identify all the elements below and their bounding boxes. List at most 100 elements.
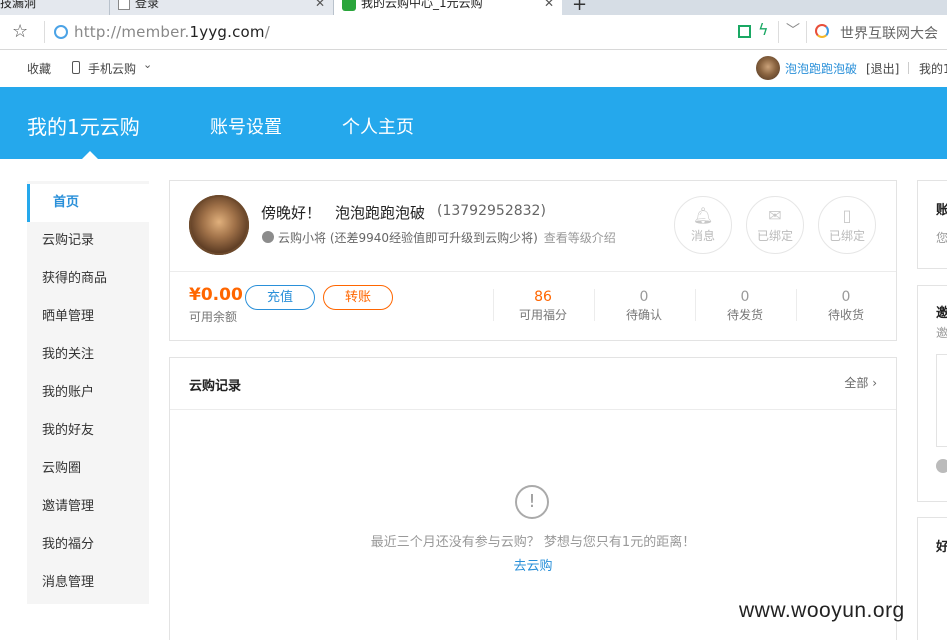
email-bound-label: 已绑定 xyxy=(756,229,793,243)
panel-title: 邀 xyxy=(936,306,947,321)
divider xyxy=(44,21,45,43)
level-hint: (还差9940经验值即可升级到云购少将) xyxy=(329,231,538,245)
sidebar-item-friends[interactable]: 我的好友 xyxy=(27,412,149,450)
invite-box[interactable] xyxy=(936,354,947,447)
close-tab-icon[interactable]: ✕ xyxy=(315,0,325,12)
balance-label: 可用余额 xyxy=(189,310,238,324)
nav-my-yungou[interactable]: 我的1元云购 xyxy=(27,111,140,140)
tab-title: 我的云购中心_1元云购 xyxy=(361,0,483,10)
view-all-link[interactable]: 全部 › xyxy=(844,374,877,391)
right-panel-friends: 好 xyxy=(917,517,947,640)
close-tab-icon[interactable]: ✕ xyxy=(544,0,554,12)
stat-label: 可用福分 xyxy=(518,308,567,322)
message-label: 消息 xyxy=(690,229,715,243)
favorites-link[interactable]: 收藏 xyxy=(27,60,51,77)
transfer-button[interactable]: 转账 xyxy=(323,285,393,310)
level-info: 云购小将 (还差9940经验值即可升级到云购少将) 查看等级介绍 xyxy=(278,229,616,246)
sidebar-item-messages[interactable]: 消息管理 xyxy=(27,564,149,602)
stat-points[interactable]: 86 可用福分 xyxy=(493,289,593,323)
browser-tab-strip: 技漏洞 登录 ✕ 我的云购中心_1元云购 ✕ + xyxy=(0,0,947,15)
message-button[interactable]: 🔔︎ 消息 xyxy=(674,196,732,254)
qr-code-icon[interactable] xyxy=(738,25,751,38)
divider xyxy=(778,21,779,43)
nickname: 泡泡跑跑泡破 xyxy=(335,204,426,222)
stat-value: 0 xyxy=(639,289,649,305)
chevron-right-icon: › xyxy=(872,376,877,390)
sidebar-item-won-goods[interactable]: 获得的商品 xyxy=(27,260,149,298)
sidebar-item-follow[interactable]: 我的关注 xyxy=(27,336,149,374)
tab-title: 技漏洞 xyxy=(0,0,37,10)
level-name: 云购小将 xyxy=(278,231,327,245)
chevron-down-icon[interactable]: ﹀ xyxy=(786,20,800,40)
mobile-link[interactable]: 手机云购 xyxy=(88,60,136,77)
stat-value: 86 xyxy=(534,289,552,305)
browser-tab[interactable]: 登录 ✕ xyxy=(110,0,334,15)
sidebar-item-circle[interactable]: 云购圈 xyxy=(27,450,149,488)
panel-subtitle: 邀 xyxy=(936,326,947,340)
empty-message: 最近三个月还没有参与云购？ 梦想与您只有1元的距离！ xyxy=(370,535,696,550)
mobile-bound-button[interactable]: ▯ 已绑定 xyxy=(818,196,876,254)
records-panel: 云购记录 全部 › ! 最近三个月还没有参与云购？ 梦想与您只有1元的距离！ 去… xyxy=(169,357,897,640)
stat-pending-receive[interactable]: 0 待收货 xyxy=(796,289,896,323)
mobile-bound-label: 已绑定 xyxy=(828,229,865,243)
chevron-down-icon[interactable]: ⌄ xyxy=(143,58,152,71)
sidebar-item-home[interactable]: 首页 xyxy=(27,184,149,222)
go-yungou-link[interactable]: 去云购 xyxy=(170,555,896,574)
avatar[interactable] xyxy=(756,56,780,80)
sidebar-item-points[interactable]: 我的福分 xyxy=(27,526,149,564)
balance-value: ¥0.00 xyxy=(189,285,243,305)
phone-icon xyxy=(72,61,80,74)
browser-tab[interactable]: 技漏洞 xyxy=(0,0,110,15)
avatar[interactable] xyxy=(189,195,249,255)
stat-pending-confirm[interactable]: 0 待确认 xyxy=(594,289,694,323)
view-all-label: 全部 xyxy=(844,376,869,390)
sidebar-item-account[interactable]: 我的账户 xyxy=(27,374,149,412)
sidebar: 首页 云购记录 获得的商品 晒单管理 我的关注 我的账户 我的好友 云购圈 邀请… xyxy=(27,181,149,604)
tab-title: 登录 xyxy=(135,0,160,10)
stat-label: 待收货 xyxy=(827,308,864,322)
exclamation-icon: ! xyxy=(515,485,549,519)
search-input[interactable]: 世界互联网大会 xyxy=(840,23,938,43)
panel-subtitle: 您 xyxy=(936,231,947,245)
browser-tab-active[interactable]: 我的云购中心_1元云购 ✕ xyxy=(334,0,562,15)
watermark: www.wooyun.org xyxy=(739,599,905,622)
level-intro-link[interactable]: 查看等级介绍 xyxy=(544,231,616,245)
level-icon xyxy=(262,231,274,243)
records-title: 云购记录 xyxy=(189,379,242,394)
email-bound-button[interactable]: ✉ 已绑定 xyxy=(746,196,804,254)
sidebar-item-share[interactable]: 晒单管理 xyxy=(27,298,149,336)
nav-account-settings[interactable]: 账号设置 xyxy=(210,113,282,139)
star-icon[interactable]: ☆ xyxy=(12,21,28,42)
search-engine-icon xyxy=(815,24,829,38)
share-icon[interactable] xyxy=(936,459,947,473)
site-topbar: 收藏 手机云购 ⌄ 泡泡跑跑泡破 [退出] 我的1 xyxy=(0,51,947,87)
stat-label: 待发货 xyxy=(726,308,763,322)
active-nav-indicator xyxy=(82,151,98,159)
panel-title: 好 xyxy=(936,540,947,555)
sidebar-item-invite[interactable]: 邀请管理 xyxy=(27,488,149,526)
logout-link[interactable]: [退出] xyxy=(866,60,899,77)
stat-pending-ship[interactable]: 0 待发货 xyxy=(695,289,795,323)
lightning-icon[interactable]: ϟ xyxy=(758,20,769,39)
recharge-button[interactable]: 充值 xyxy=(245,285,315,310)
right-panel-account: 账 您 xyxy=(917,180,947,269)
globe-icon xyxy=(54,25,68,39)
stat-value: 0 xyxy=(740,289,750,305)
page-icon xyxy=(118,0,130,10)
divider xyxy=(170,409,896,410)
username-link[interactable]: 泡泡跑跑泡破 xyxy=(785,60,857,77)
stat-value: 0 xyxy=(841,289,851,305)
sidebar-item-records[interactable]: 云购记录 xyxy=(27,222,149,260)
panel-title: 账 xyxy=(936,203,947,218)
url-domain: 1yyg.com xyxy=(189,23,265,41)
stat-label: 待确认 xyxy=(625,308,662,322)
new-tab-button[interactable]: + xyxy=(572,0,587,15)
main-header: 我的1元云购 账号设置 个人主页 xyxy=(0,87,947,159)
url-field[interactable]: http://member.1yyg.com/ xyxy=(74,23,270,41)
bell-icon: 🔔︎ xyxy=(692,206,714,225)
my-account-link[interactable]: 我的1 xyxy=(919,60,947,77)
divider xyxy=(908,62,909,74)
url-suffix: / xyxy=(264,23,271,41)
nav-personal-home[interactable]: 个人主页 xyxy=(342,113,414,139)
divider xyxy=(806,21,807,43)
